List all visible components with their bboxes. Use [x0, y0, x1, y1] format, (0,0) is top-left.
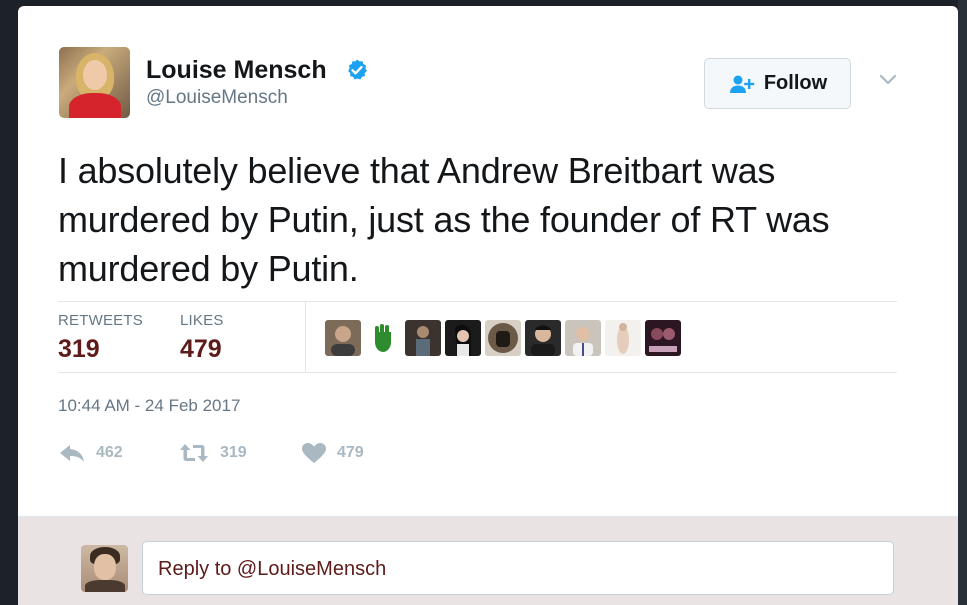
liker-avatars	[325, 320, 681, 356]
tweet-timestamp[interactable]: 10:44 AM - 24 Feb 2017	[58, 396, 240, 416]
liker-avatar[interactable]	[605, 320, 641, 356]
reply-icon	[60, 445, 84, 462]
reply-input[interactable]: Reply to @LouiseMensch	[142, 541, 894, 595]
author-handle[interactable]: @LouiseMensch	[146, 87, 288, 109]
reply-count: 462	[96, 444, 123, 461]
follow-button[interactable]: Follow	[704, 58, 851, 109]
liker-avatar[interactable]	[485, 320, 521, 356]
verified-badge-icon	[348, 59, 367, 80]
likes-label: LIKES	[180, 312, 224, 329]
liker-avatar[interactable]	[565, 320, 601, 356]
tweet-stats: RETWEETS 319 LIKES 479	[58, 302, 897, 372]
liker-avatar[interactable]	[445, 320, 481, 356]
heart-icon	[302, 443, 326, 463]
likes-value: 479	[180, 335, 222, 363]
chevron-down-icon[interactable]	[878, 73, 898, 87]
like-count: 479	[337, 444, 364, 461]
divider	[58, 372, 897, 373]
retweets-stat[interactable]: RETWEETS 319	[58, 312, 143, 364]
retweet-action[interactable]: 319	[178, 442, 247, 464]
current-user-avatar[interactable]	[81, 545, 128, 592]
stats-separator	[305, 302, 306, 372]
retweets-value: 319	[58, 335, 100, 363]
author-avatar[interactable]	[59, 47, 130, 118]
background-edge	[958, 0, 967, 605]
follow-button-label: Follow	[763, 72, 828, 94]
like-action[interactable]: 479	[301, 442, 364, 464]
liker-avatar[interactable]	[325, 320, 361, 356]
follow-user-icon	[729, 75, 755, 93]
liker-avatar[interactable]	[645, 320, 681, 356]
likes-stat[interactable]: LIKES 479	[180, 312, 224, 364]
reply-action[interactable]: 462	[58, 442, 123, 464]
retweet-count: 319	[220, 444, 247, 461]
retweet-icon	[180, 444, 208, 462]
reply-area: Reply to @LouiseMensch	[18, 516, 958, 605]
liker-avatar[interactable]	[365, 320, 401, 356]
author-display-name[interactable]: Louise Mensch	[146, 56, 327, 85]
liker-avatar[interactable]	[525, 320, 561, 356]
retweets-label: RETWEETS	[58, 312, 143, 329]
liker-avatar[interactable]	[405, 320, 441, 356]
tweet-text: I absolutely believe that Andrew Breitba…	[58, 150, 830, 289]
tweet-card: Louise Mensch @LouiseMensch Follow I abs…	[18, 6, 958, 605]
